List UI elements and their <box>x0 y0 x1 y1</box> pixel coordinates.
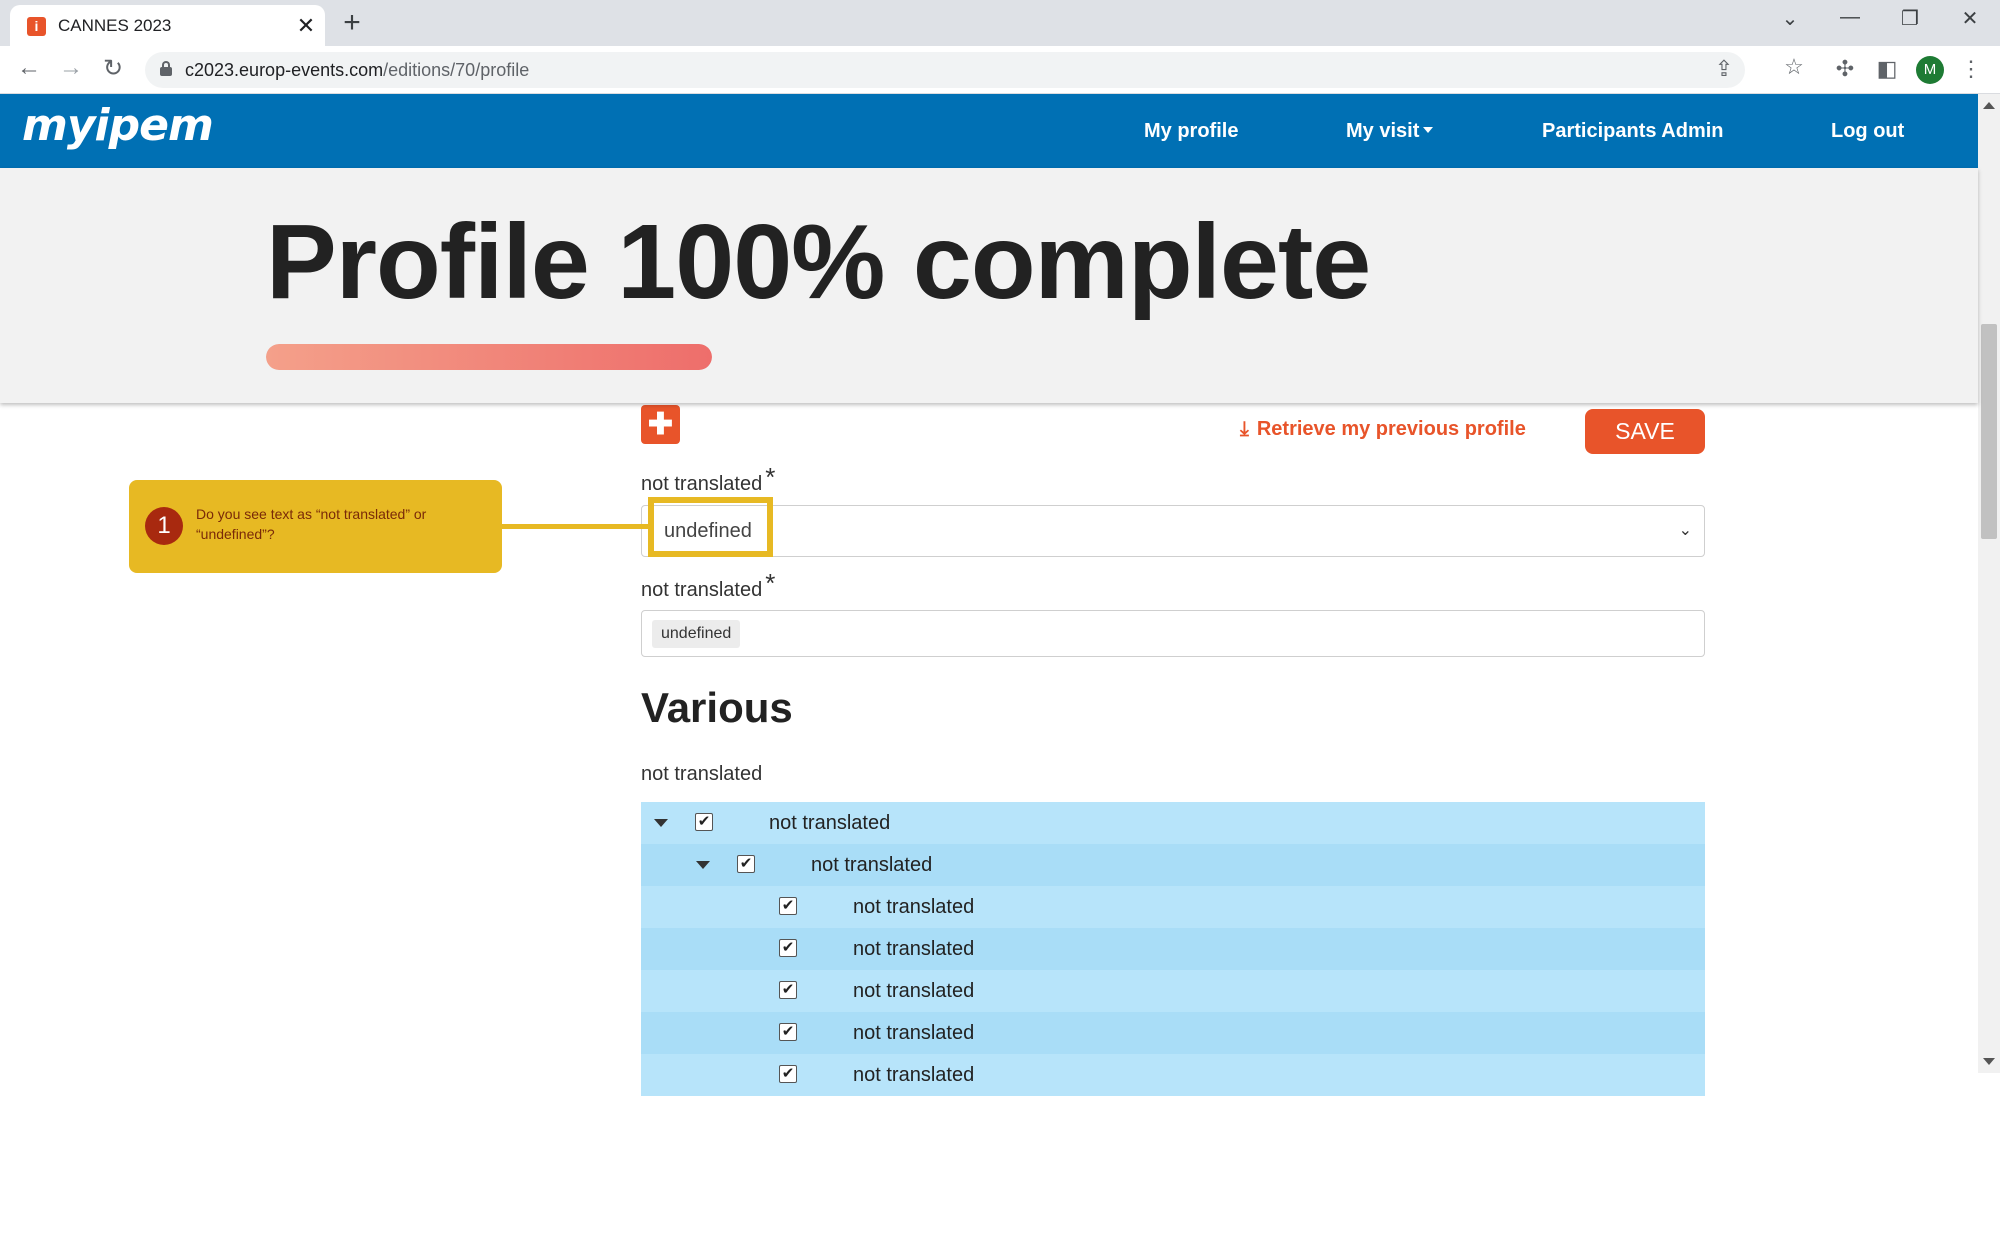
profile-progress-bar <box>266 344 712 370</box>
scroll-up-arrow-icon[interactable] <box>1983 102 1995 109</box>
various-section-heading: Various <box>641 684 793 731</box>
tree-row[interactable]: ✔ not translated <box>641 970 1705 1012</box>
required-asterisk: * <box>765 462 776 492</box>
tree-row[interactable]: ✔ not translated <box>641 886 1705 928</box>
callout-text: Do you see text as “not translated” or “… <box>196 506 427 542</box>
required-asterisk: * <box>765 568 776 598</box>
field-label-1: not translated * <box>641 462 776 495</box>
chevron-down-icon: ⌄ <box>1678 522 1692 539</box>
tree-row-label: not translated <box>853 1022 975 1044</box>
profile-form: ✚ ⤓ Retrieve my previous profile SAVE not… <box>0 0 1978 1096</box>
caret-down-icon[interactable] <box>696 861 710 869</box>
selected-tag[interactable]: undefined <box>652 620 741 648</box>
tutorial-callout: 1 Do you see text as “not translated” or… <box>129 480 502 573</box>
category-tree: ✔ not translated ✔ not translated ✔ not trans… <box>641 802 1705 1241</box>
profile-progress-fill <box>266 344 712 370</box>
various-subtitle: not translated <box>641 763 763 785</box>
step-number-badge: 1 <box>145 507 183 545</box>
tree-row[interactable]: ✔ not translated <box>641 1054 1705 1096</box>
profile-completion-title: Profile 100% complete <box>266 203 1371 321</box>
retrieve-previous-profile-link[interactable]: ⤓ Retrieve my previous profile <box>1240 418 1526 441</box>
dropdown-select[interactable]: undefined ⌄ <box>641 505 1705 557</box>
tree-row-label: not translated <box>853 938 975 960</box>
checkbox-checked[interactable]: ✔ <box>737 855 755 873</box>
download-icon: ⤓ <box>1240 418 1249 440</box>
checkbox-checked[interactable]: ✔ <box>779 1023 797 1041</box>
callout-connector-line <box>502 524 650 529</box>
tree-row[interactable]: ✔ not translated <box>641 1012 1705 1054</box>
tree-row[interactable]: ✔ not translated <box>641 844 1705 886</box>
tree-row-label: not translated <box>853 980 975 1002</box>
page-scrollbar[interactable] <box>1978 94 2000 1073</box>
tree-row-label: not translated <box>853 896 975 918</box>
caret-down-icon[interactable] <box>654 819 668 827</box>
multi-tag-input[interactable]: undefined <box>641 610 1705 657</box>
field-label-2: not translated * <box>641 568 776 601</box>
tree-row-label: not translated <box>853 1064 975 1086</box>
callout-highlight-box <box>648 497 773 557</box>
checkbox-checked[interactable]: ✔ <box>779 981 797 999</box>
add-plus-icon[interactable]: ✚ <box>641 405 680 444</box>
checkbox-checked[interactable]: ✔ <box>695 813 713 831</box>
scrollbar-thumb[interactable] <box>1981 324 1997 539</box>
tree-row-label: not translated <box>811 854 933 876</box>
tree-row[interactable]: ✔ not translated <box>641 802 1705 844</box>
scroll-down-arrow-icon[interactable] <box>1983 1058 1995 1065</box>
checkbox-checked[interactable]: ✔ <box>779 897 797 915</box>
profile-completion-banner: Profile 100% complete <box>0 168 1978 403</box>
checkbox-checked[interactable]: ✔ <box>779 1065 797 1083</box>
tree-row[interactable]: ✔ not translated <box>641 928 1705 970</box>
checkbox-checked[interactable]: ✔ <box>779 939 797 957</box>
tree-row-label: not translated <box>769 812 891 834</box>
save-button[interactable]: SAVE <box>1585 409 1705 454</box>
